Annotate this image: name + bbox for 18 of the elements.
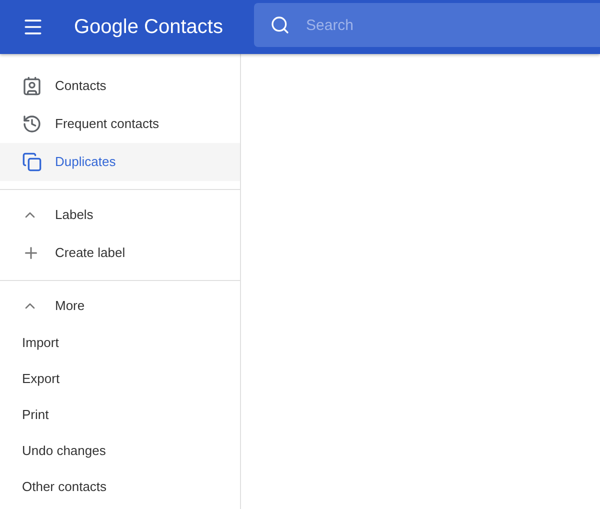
copy-icon — [22, 152, 42, 172]
more-menu-item[interactable]: Export — [0, 361, 240, 397]
create-label-button[interactable]: Create label — [0, 234, 240, 272]
plus-icon — [22, 244, 40, 262]
more-menu-item[interactable]: Other contacts — [0, 469, 240, 505]
more-menu-item[interactable]: Import — [0, 325, 240, 361]
contact-card-icon — [22, 76, 42, 96]
more-menu-item[interactable]: Print — [0, 397, 240, 433]
app-logo: Google Contacts — [74, 15, 223, 40]
search-field[interactable]: Search — [254, 3, 600, 47]
history-icon — [22, 114, 42, 134]
nav-item[interactable]: Frequent contacts — [0, 105, 240, 143]
nav-item[interactable]: Contacts — [0, 67, 240, 105]
more-menu-item[interactable]: Undo changes — [0, 433, 240, 469]
section-toggle[interactable]: Labels — [0, 196, 240, 234]
nav-item[interactable]: Duplicates — [0, 143, 240, 181]
search-icon — [270, 15, 290, 35]
section-toggle[interactable]: More — [0, 287, 240, 325]
